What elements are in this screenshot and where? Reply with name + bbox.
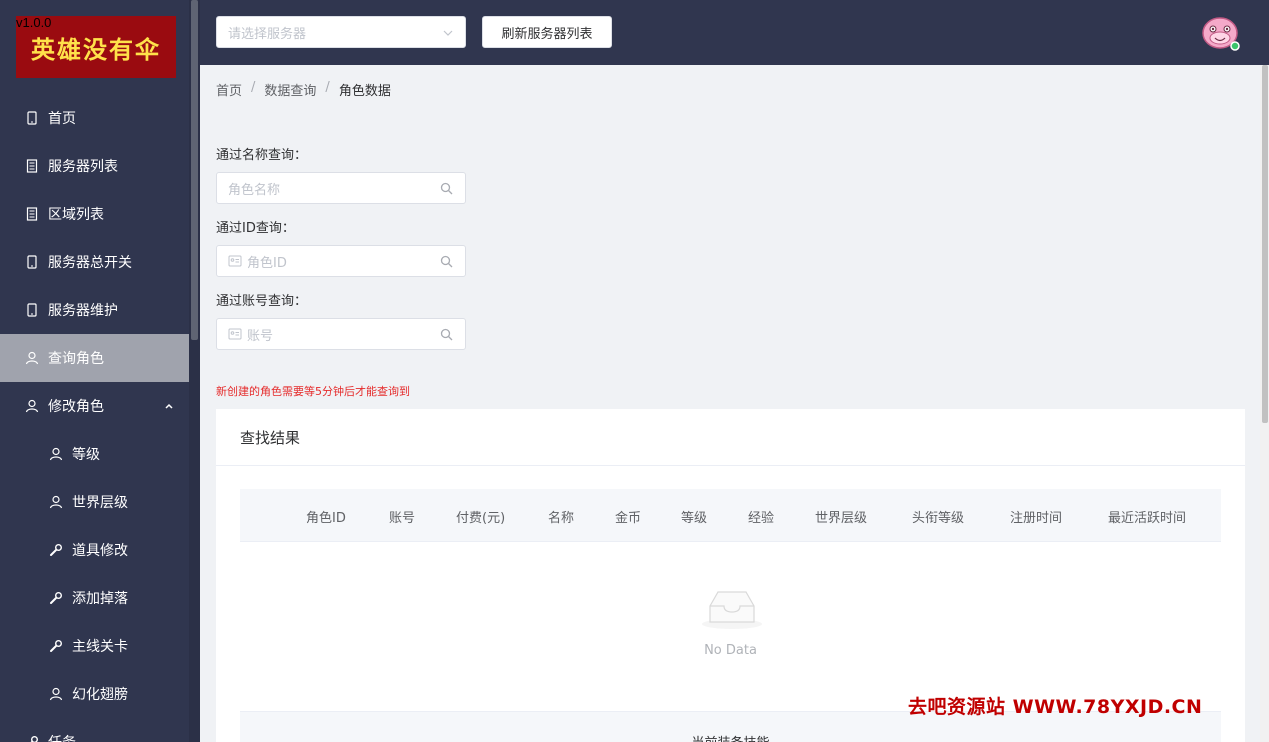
search-by-name-label: 通过名称查询： bbox=[216, 148, 308, 163]
sidebar-item-add-drop[interactable]: 添加掉落 bbox=[0, 574, 189, 622]
equipped-skills-title: 当前装备技能 bbox=[240, 732, 1221, 742]
sidebar-item-label: 幻化翅膀 bbox=[72, 687, 128, 703]
search-by-account-label: 通过账号查询： bbox=[216, 294, 308, 309]
sidebar-item-label: 道具修改 bbox=[72, 543, 128, 559]
user-icon bbox=[48, 446, 64, 462]
sidebar-item-query-role[interactable]: 查询角色 bbox=[0, 334, 189, 382]
phone-icon bbox=[24, 110, 40, 126]
breadcrumb-separator: / bbox=[251, 80, 256, 95]
column-header[interactable]: 经验 bbox=[748, 507, 774, 526]
results-title: 查找结果 bbox=[240, 429, 301, 447]
sidebar-item-label: 区域列表 bbox=[48, 207, 104, 223]
top-header: 请选择服务器 刷新服务器列表 bbox=[200, 0, 1269, 65]
empty-text: No Data bbox=[704, 643, 757, 658]
version-label: v1.0.0 bbox=[16, 15, 52, 30]
search-by-id-label: 通过ID查询： bbox=[216, 221, 295, 236]
column-header[interactable]: 名称 bbox=[548, 507, 574, 526]
role-name-placeholder: 角色名称 bbox=[228, 182, 281, 198]
sidebar-item-label: 世界层级 bbox=[72, 495, 128, 511]
server-select[interactable]: 请选择服务器 bbox=[216, 16, 466, 48]
wrench-icon bbox=[48, 542, 64, 558]
breadcrumb: 首页 / 数据查询 / 角色数据 bbox=[216, 80, 391, 99]
avatar-icon bbox=[1202, 17, 1240, 51]
refresh-server-list-button[interactable]: 刷新服务器列表 bbox=[482, 16, 612, 48]
column-header[interactable]: 世界层级 bbox=[815, 507, 867, 526]
wrench-icon bbox=[24, 734, 40, 742]
results-table-header: 角色ID 账号 付费(元) 名称 金币 等级 经验 世界层级 头衔等级 注册时间… bbox=[240, 489, 1221, 542]
sidebar-item-main-stage[interactable]: 主线关卡 bbox=[0, 622, 189, 670]
breadcrumb-current: 角色数据 bbox=[338, 84, 391, 99]
sidebar-scrollbar-thumb[interactable] bbox=[191, 0, 198, 340]
sidebar: 英雄没有伞 v1.0.0 首页 服务器列表 区域列表 服务器总开关 服务器维护 … bbox=[0, 0, 200, 742]
id-card-icon bbox=[228, 328, 242, 340]
id-card-icon bbox=[228, 255, 242, 267]
sidebar-item-label: 等级 bbox=[72, 447, 100, 463]
column-header[interactable]: 注册时间 bbox=[1010, 507, 1062, 526]
sidebar-item-modify-role[interactable]: 修改角色 bbox=[0, 382, 189, 430]
search-icon[interactable] bbox=[440, 182, 453, 195]
document-icon bbox=[24, 158, 40, 174]
sidebar-item-label: 服务器维护 bbox=[48, 303, 118, 319]
chevron-up-icon[interactable] bbox=[163, 400, 175, 412]
sidebar-item-wing-skin[interactable]: 幻化翅膀 bbox=[0, 670, 189, 718]
account-placeholder: 账号 bbox=[247, 328, 274, 344]
sidebar-item-level[interactable]: 等级 bbox=[0, 430, 189, 478]
breadcrumb-home[interactable]: 首页 bbox=[216, 80, 242, 99]
role-id-placeholder: 角色ID bbox=[247, 255, 287, 271]
sidebar-item-label: 主线关卡 bbox=[72, 639, 128, 655]
sidebar-item-server-list[interactable]: 服务器列表 bbox=[0, 142, 189, 190]
column-header[interactable]: 付费(元) bbox=[456, 507, 505, 526]
search-icon[interactable] bbox=[440, 328, 453, 341]
sidebar-item-label: 首页 bbox=[48, 111, 76, 127]
sidebar-item-item-edit[interactable]: 道具修改 bbox=[0, 526, 189, 574]
breadcrumb-separator: / bbox=[325, 80, 330, 95]
user-icon bbox=[48, 686, 64, 702]
sidebar-item-world-tier[interactable]: 世界层级 bbox=[0, 478, 189, 526]
account-input[interactable]: 账号 bbox=[216, 318, 466, 350]
search-icon[interactable] bbox=[440, 255, 453, 268]
page-scrollbar-thumb[interactable] bbox=[1262, 65, 1268, 423]
sidebar-item-label: 服务器总开关 bbox=[48, 255, 132, 271]
column-header[interactable]: 头衔等级 bbox=[912, 507, 964, 526]
document-icon bbox=[24, 206, 40, 222]
sidebar-menu: 首页 服务器列表 区域列表 服务器总开关 服务器维护 查询角色 修改角色 等级 … bbox=[0, 94, 189, 742]
wrench-icon bbox=[48, 590, 64, 606]
role-id-input[interactable]: 角色ID bbox=[216, 245, 466, 277]
sidebar-item-region-list[interactable]: 区域列表 bbox=[0, 190, 189, 238]
card-divider bbox=[216, 465, 1245, 466]
phone-icon bbox=[24, 302, 40, 318]
column-header[interactable]: 最近活跃时间 bbox=[1108, 507, 1186, 526]
empty-box-icon bbox=[700, 584, 764, 632]
chevron-down-icon bbox=[443, 27, 453, 37]
sidebar-item-server-switch[interactable]: 服务器总开关 bbox=[0, 238, 189, 286]
phone-icon bbox=[24, 254, 40, 270]
breadcrumb-data-query[interactable]: 数据查询 bbox=[264, 80, 316, 99]
server-select-placeholder: 请选择服务器 bbox=[228, 26, 307, 42]
sidebar-item-task[interactable]: 任务 bbox=[0, 718, 189, 742]
column-header[interactable]: 账号 bbox=[389, 507, 415, 526]
sidebar-item-label: 修改角色 bbox=[48, 399, 104, 415]
main-content: 首页 / 数据查询 / 角色数据 通过名称查询： 角色名称 通过ID查询： 角色… bbox=[200, 65, 1260, 742]
notice-text: 新创建的角色需要等5分钟后才能查询到 bbox=[216, 385, 410, 398]
avatar[interactable] bbox=[1202, 16, 1240, 52]
sidebar-item-label: 任务 bbox=[48, 732, 76, 742]
user-icon bbox=[24, 350, 40, 366]
watermark: 去吧资源站 WWW.78YXJD.CN bbox=[908, 696, 1203, 718]
user-icon bbox=[24, 398, 40, 414]
user-icon bbox=[48, 494, 64, 510]
role-name-input[interactable]: 角色名称 bbox=[216, 172, 466, 204]
sidebar-item-server-maintenance[interactable]: 服务器维护 bbox=[0, 286, 189, 334]
column-header[interactable]: 等级 bbox=[681, 507, 707, 526]
column-header[interactable]: 角色ID bbox=[306, 507, 346, 526]
sidebar-item-home[interactable]: 首页 bbox=[0, 94, 189, 142]
column-header[interactable]: 金币 bbox=[615, 507, 641, 526]
logo-text: 英雄没有伞 bbox=[31, 34, 161, 64]
sidebar-item-label: 添加掉落 bbox=[72, 591, 128, 607]
wrench-icon bbox=[48, 638, 64, 654]
sidebar-item-label: 查询角色 bbox=[48, 351, 104, 367]
sidebar-item-label: 服务器列表 bbox=[48, 159, 118, 175]
